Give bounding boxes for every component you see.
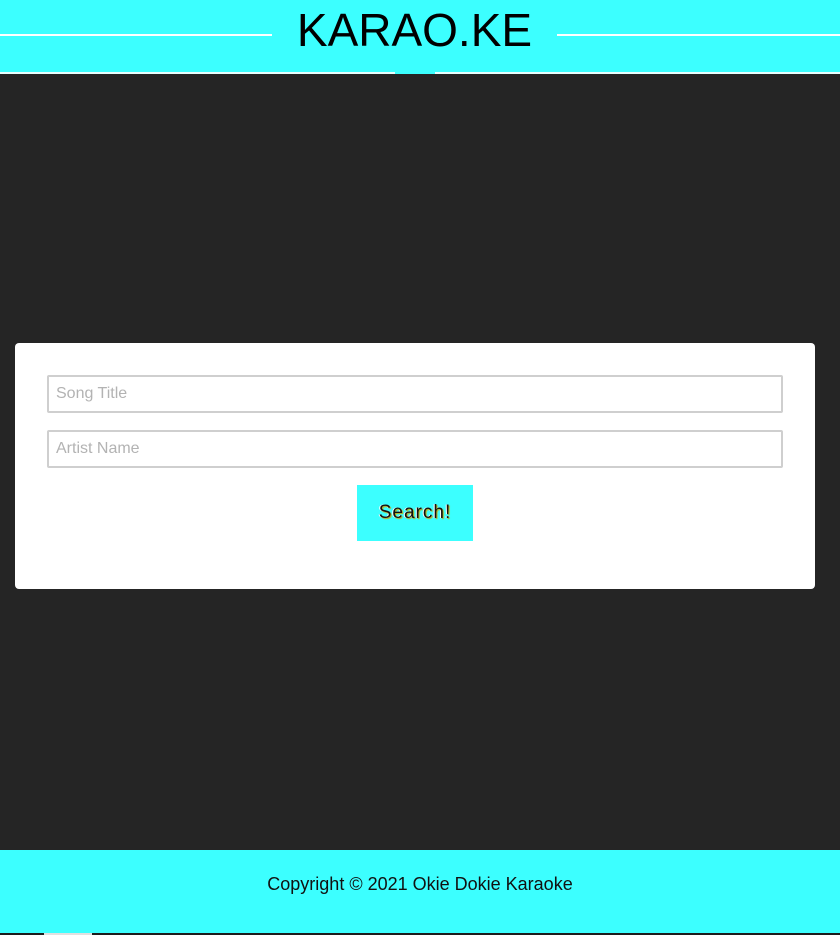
header-tab-marker [395, 72, 435, 74]
site-header: KARAO.KE [0, 0, 840, 72]
site-title: KARAO.KE [296, 4, 533, 56]
song-title-input[interactable] [47, 375, 783, 413]
copyright-text: Copyright © 2021 Okie Dokie Karaoke [267, 874, 573, 894]
search-button[interactable]: Search! [357, 485, 473, 541]
header-decor-line-right [557, 34, 840, 36]
site-footer: Copyright © 2021 Okie Dokie Karaoke [0, 850, 840, 935]
header-decor-line-left [0, 34, 272, 36]
search-form: Search! [15, 343, 815, 589]
artist-name-input[interactable] [47, 430, 783, 468]
